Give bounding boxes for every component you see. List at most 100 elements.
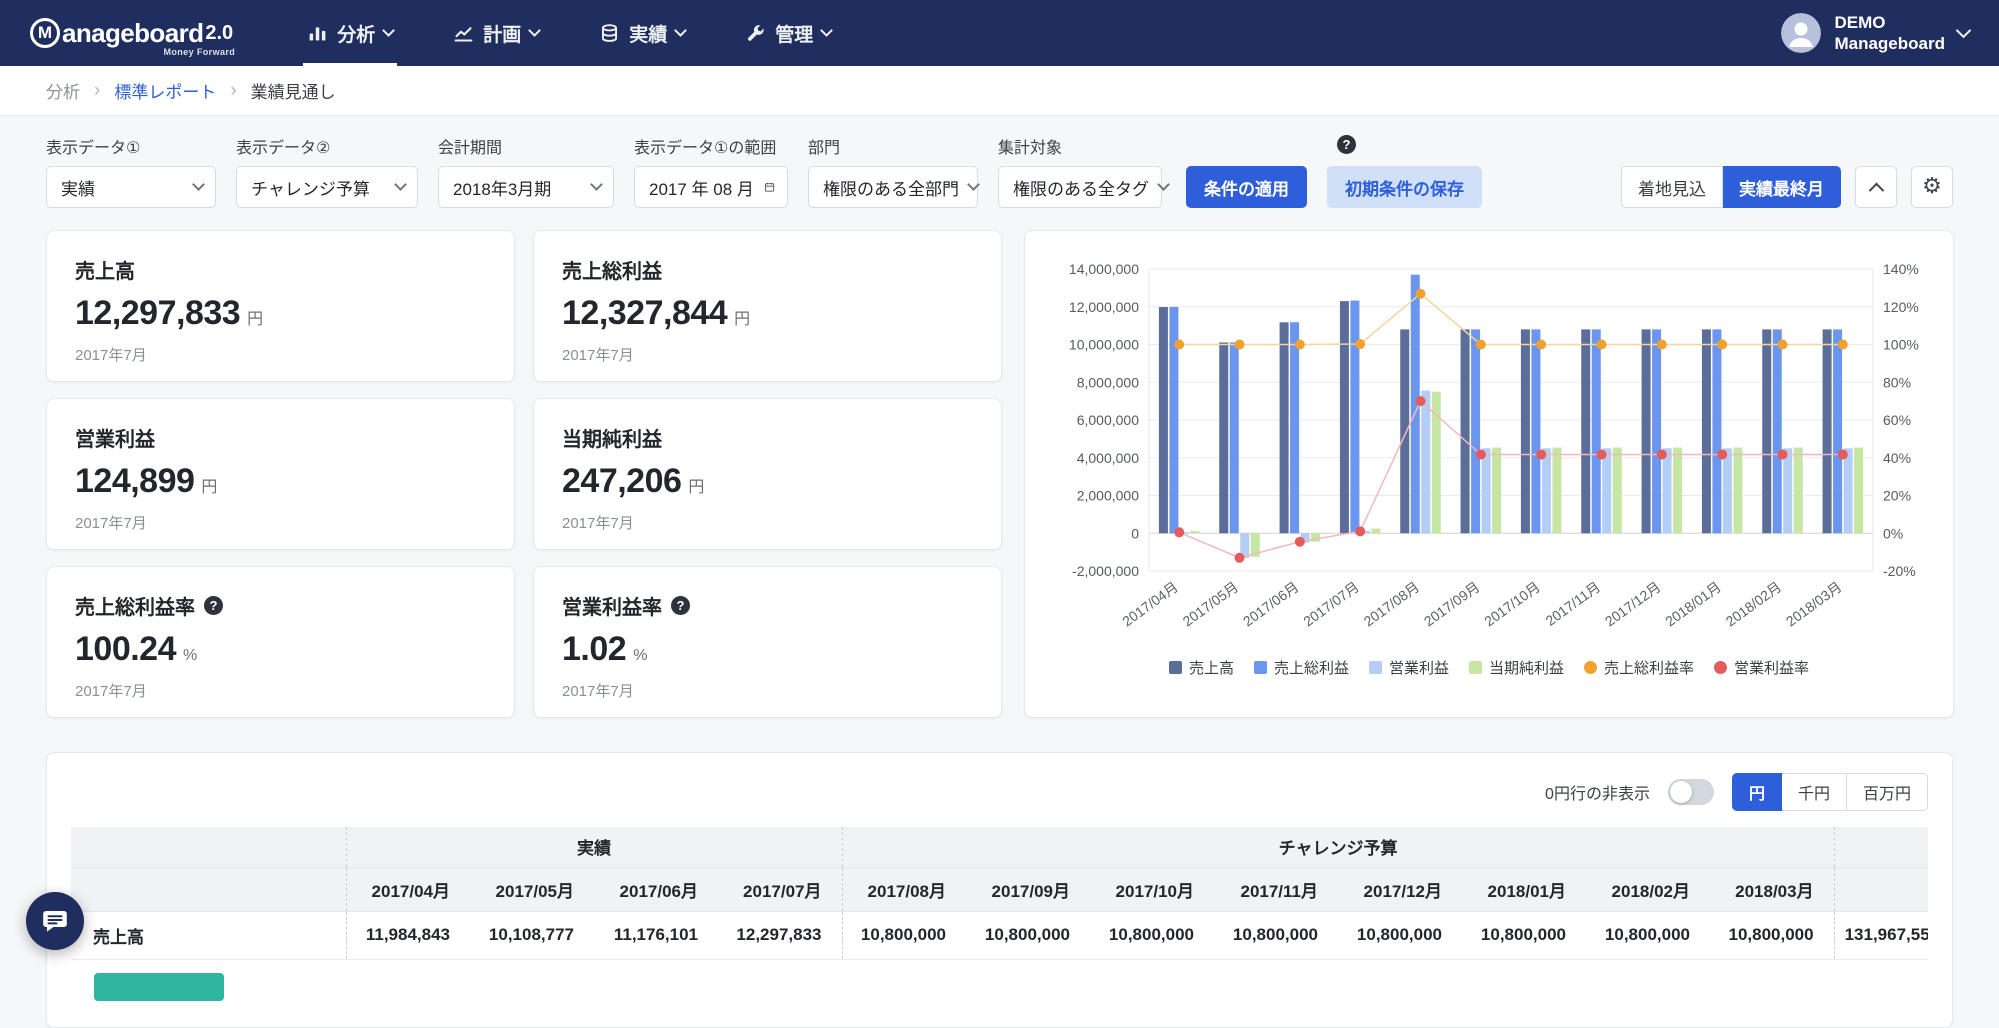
report-table-scroll[interactable]: 実績チャレンジ予算2017/04月2017/05月2017/06月2017/07… (71, 827, 1928, 1007)
brand-logo[interactable]: M anageboard 2.0 Money Forward (30, 18, 233, 49)
point-売上総利益率 (1235, 340, 1245, 350)
month-column-header: 2017/12月 (1338, 867, 1462, 911)
bar-売上総利益 (1712, 329, 1721, 533)
chevron-down-icon (1157, 178, 1170, 191)
nav-item-plan[interactable]: 計画 (449, 0, 543, 66)
x-axis-label: 2018/01月 (1662, 578, 1724, 629)
table-cell: 12,297,833 (718, 911, 842, 959)
chevron-down-icon (967, 178, 980, 191)
kpi-card-sales: 売上高 12,297,833円 2017年7月 (46, 230, 515, 382)
account-menu[interactable]: DEMO Manageboard (1781, 12, 1969, 55)
table-cell: 10,800,000 (1710, 911, 1834, 959)
svg-text:-20%: -20% (1883, 563, 1916, 579)
bar-売上総利益 (1350, 301, 1359, 534)
point-営業利益率 (1536, 450, 1546, 460)
bar-売上高 (1762, 329, 1771, 533)
data-range-date-input[interactable]: 2017 年 08 月 (634, 166, 788, 208)
help-icon[interactable]: ? (1337, 135, 1356, 154)
display-data-2-select[interactable]: チャレンジ予算 (236, 166, 418, 208)
top-navigation: M anageboard 2.0 Money Forward 分析 計画 実績 … (0, 0, 1999, 66)
view-tools: 着地見込 実績最終月 ⚙ (1621, 166, 1953, 208)
card-title: 売上総利益 (562, 255, 662, 284)
svg-text:12,000,000: 12,000,000 (1069, 299, 1139, 315)
svg-text:60%: 60% (1883, 412, 1911, 428)
card-unit: 円 (688, 479, 704, 496)
month-column-header: 2017/11月 (1214, 867, 1338, 911)
column-group-header: 実績 (346, 827, 842, 867)
x-axis-label: 2017/12月 (1602, 578, 1664, 629)
point-売上総利益率 (1295, 340, 1305, 350)
department-select[interactable]: 権限のある全部門 (808, 166, 978, 208)
month-column-header: 2017/05月 (470, 867, 594, 911)
chart-legend: 売上高売上総利益営業利益当期純利益売上総利益率営業利益率 (1049, 657, 1929, 678)
filter-display-data-2: 表示データ② チャレンジ予算 (236, 134, 418, 208)
point-営業利益率 (1838, 450, 1848, 460)
account-name: DEMO Manageboard (1834, 12, 1945, 55)
bar-売上高 (1642, 329, 1651, 533)
bar-売上高 (1461, 329, 1470, 533)
card-value: 12,297,833円 (75, 294, 486, 333)
nav-item-admin[interactable]: 管理 (741, 0, 835, 66)
bar-売上総利益 (1230, 342, 1239, 533)
x-axis-label: 2017/08月 (1361, 578, 1423, 629)
aggregation-target-select[interactable]: 権限のある全タグ (998, 166, 1162, 208)
help-icon[interactable]: ? (671, 596, 690, 615)
apply-conditions-button[interactable]: 条件の適用 (1186, 166, 1307, 208)
selected-value: 権限のある全タグ (1013, 175, 1149, 200)
logo-version: 2.0 (205, 22, 233, 45)
collapse-filters-button[interactable] (1855, 166, 1897, 208)
fiscal-period-select[interactable]: 2018年3月期 (438, 166, 614, 208)
landing-forecast-toggle[interactable]: 着地見込 (1621, 166, 1723, 208)
wrench-icon (745, 23, 766, 44)
point-営業利益率 (1717, 450, 1727, 460)
nav-item-results[interactable]: 実績 (595, 0, 689, 66)
chevron-down-icon (382, 24, 395, 37)
breadcrumb-analysis[interactable]: 分析 (46, 78, 80, 103)
unit-million-yen-button[interactable]: 百万円 (1847, 773, 1928, 811)
nav-label: 計画 (483, 20, 521, 47)
month-column-header: 2018/02月 (1586, 867, 1710, 911)
point-売上総利益率 (1778, 340, 1788, 350)
svg-text:6,000,000: 6,000,000 (1077, 412, 1139, 428)
svg-text:140%: 140% (1883, 261, 1919, 277)
table-cell: 10,800,000 (842, 911, 966, 959)
card-unit: 円 (734, 311, 750, 328)
point-営業利益率 (1235, 553, 1245, 563)
unit-selector: 円 千円 百万円 (1732, 773, 1928, 811)
selected-value: 実績 (61, 175, 95, 200)
month-column-header: 2017/07月 (718, 867, 842, 911)
chevron-down-icon (192, 178, 205, 191)
point-売上総利益率 (1355, 339, 1365, 349)
point-営業利益率 (1295, 537, 1305, 547)
breadcrumb-standard-report[interactable]: 標準レポート (114, 78, 216, 103)
display-data-1-select[interactable]: 実績 (46, 166, 216, 208)
card-unit: 円 (247, 311, 263, 328)
chat-launcher-button[interactable] (26, 892, 84, 950)
x-axis-label: 2018/03月 (1783, 578, 1845, 629)
table-cell: 10,800,000 (1462, 911, 1586, 959)
table-cell: 11,176,101 (594, 911, 718, 959)
filter-department: 部門 権限のある全部門 (808, 134, 978, 208)
filter-label: 表示データ①の範囲 (634, 134, 788, 158)
bar-当期純利益 (1492, 448, 1501, 534)
svg-text:-2,000,000: -2,000,000 (1072, 563, 1139, 579)
unit-thousand-yen-button[interactable]: 千円 (1782, 773, 1847, 811)
bar-売上高 (1219, 342, 1228, 533)
settings-button[interactable]: ⚙ (1911, 166, 1953, 208)
kpi-card-operating-margin: 営業利益率 ? 1.02% 2017年7月 (533, 566, 1002, 718)
bar-売上高 (1280, 322, 1289, 533)
bar-営業利益 (1723, 448, 1732, 533)
hide-zero-rows-toggle[interactable] (1668, 779, 1714, 805)
point-営業利益率 (1597, 450, 1607, 460)
table-cell: 10,108,777 (470, 911, 594, 959)
month-column-header: 2017/08月 (842, 867, 966, 911)
selected-value: チャレンジ予算 (251, 175, 370, 200)
nav-item-analysis[interactable]: 分析 (303, 0, 397, 66)
combo-chart: -2,000,00002,000,0004,000,0006,000,0008,… (1049, 253, 1929, 657)
bar-営業利益 (1844, 448, 1853, 533)
actual-last-month-toggle[interactable]: 実績最終月 (1723, 166, 1841, 208)
unit-yen-button[interactable]: 円 (1732, 773, 1782, 811)
save-default-conditions-button[interactable]: 初期条件の保存 (1327, 166, 1482, 208)
help-icon[interactable]: ? (204, 596, 223, 615)
table-cell: 10,800,000 (1338, 911, 1462, 959)
